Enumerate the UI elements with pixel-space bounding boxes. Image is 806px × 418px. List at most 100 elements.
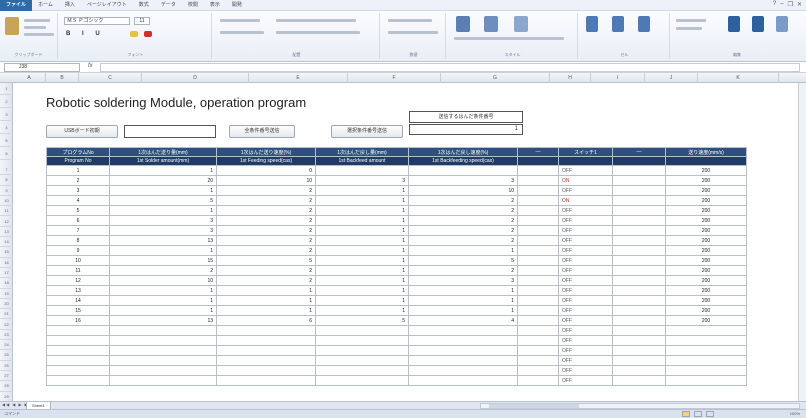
blank-cell[interactable] [612, 265, 666, 276]
solder-amount-cell[interactable]: 5 [109, 195, 217, 206]
program-no-cell[interactable]: 4 [46, 195, 110, 206]
feed-speed-cell[interactable]: 5 [216, 255, 316, 266]
backfeed-amount-cell[interactable]: 1 [315, 205, 409, 216]
feed-speed-cell[interactable] [216, 335, 316, 346]
switch-cell[interactable]: OFF [558, 305, 613, 316]
solder-amount-cell[interactable]: 3 [109, 215, 217, 226]
page-break-view-icon[interactable] [706, 411, 714, 417]
blank-cell[interactable] [517, 225, 559, 236]
backfeed-amount-cell[interactable]: 1 [315, 245, 409, 256]
column-header[interactable]: K [698, 73, 779, 83]
solder-amount-cell[interactable]: 20 [109, 175, 217, 186]
speed-rate-cell[interactable]: 200 [665, 165, 747, 176]
row-header[interactable]: 3 [0, 108, 13, 121]
solder-amount-cell[interactable]: 1 [109, 305, 217, 316]
column-header[interactable]: C [79, 73, 142, 83]
switch-cell[interactable]: OFF [558, 355, 613, 366]
ribbon-tab[interactable]: ページレイアウト [81, 0, 133, 11]
switch-cell[interactable]: OFF [558, 325, 613, 336]
program-no-cell[interactable]: 5 [46, 205, 110, 216]
backfeed-amount-cell[interactable] [315, 335, 409, 346]
backfeed-speed-cell[interactable]: 10 [408, 185, 518, 196]
column-header[interactable]: G [441, 73, 550, 83]
backfeed-speed-cell[interactable]: 2 [408, 215, 518, 226]
blank-cell[interactable] [612, 245, 666, 256]
feed-speed-cell[interactable]: 2 [216, 225, 316, 236]
row-header[interactable]: 21 [0, 309, 13, 320]
solder-amount-cell[interactable]: 1 [109, 245, 217, 256]
send-selected-condition-button[interactable]: 選択条件番号送信 [331, 125, 403, 138]
speed-rate-cell[interactable]: 200 [665, 205, 747, 216]
blank-cell[interactable] [517, 185, 559, 196]
program-no-cell[interactable]: 7 [46, 225, 110, 236]
solder-amount-cell[interactable] [109, 335, 217, 346]
switch-cell[interactable]: ON [558, 175, 613, 186]
normal-view-icon[interactable] [682, 411, 690, 417]
table-format-icon[interactable] [484, 16, 498, 32]
blank-cell[interactable] [612, 185, 666, 196]
speed-rate-cell[interactable] [665, 375, 747, 386]
speed-rate-cell[interactable] [665, 325, 747, 336]
speed-rate-cell[interactable]: 200 [665, 295, 747, 306]
backfeed-amount-cell[interactable]: 1 [315, 295, 409, 306]
backfeed-speed-cell[interactable]: 2 [408, 205, 518, 216]
switch-cell[interactable]: OFF [558, 365, 613, 376]
help-icon[interactable]: ? [773, 1, 776, 8]
blank-cell[interactable] [612, 175, 666, 186]
paste-icon[interactable] [5, 17, 19, 35]
close-icon[interactable]: ✕ [797, 1, 802, 8]
blank-cell[interactable] [612, 165, 666, 176]
feed-speed-cell[interactable]: 2 [216, 275, 316, 286]
column-header[interactable]: E [249, 73, 348, 83]
blank-cell[interactable] [612, 275, 666, 286]
blank-cell[interactable] [517, 355, 559, 366]
backfeed-speed-cell[interactable] [408, 365, 518, 376]
blank-cell[interactable] [517, 335, 559, 346]
row-header[interactable]: 28 [0, 381, 13, 392]
row-header[interactable]: 12 [0, 217, 13, 227]
solder-amount-cell[interactable] [109, 365, 217, 376]
blank-cell[interactable] [517, 195, 559, 206]
blank-cell[interactable] [612, 335, 666, 346]
backfeed-speed-cell[interactable]: 1 [408, 285, 518, 296]
backfeed-amount-cell[interactable]: 1 [315, 235, 409, 246]
row-header[interactable]: 17 [0, 268, 13, 279]
backfeed-amount-cell[interactable]: 1 [315, 285, 409, 296]
ribbon-tab[interactable]: ホーム [32, 0, 59, 11]
program-no-cell[interactable]: 6 [46, 215, 110, 226]
backfeed-amount-cell[interactable]: 1 [315, 265, 409, 276]
row-header[interactable]: 18 [0, 278, 13, 289]
switch-cell[interactable]: OFF [558, 295, 613, 306]
format-cells-icon[interactable] [638, 16, 650, 32]
feed-speed-cell[interactable] [216, 325, 316, 336]
speed-rate-cell[interactable] [665, 345, 747, 356]
solder-amount-cell[interactable]: 10 [109, 275, 217, 286]
program-no-cell[interactable]: 12 [46, 275, 110, 286]
usb-init-button[interactable]: USBボード初期 [46, 125, 118, 138]
feed-speed-cell[interactable]: 2 [216, 215, 316, 226]
switch-cell[interactable]: OFF [558, 205, 613, 216]
column-header[interactable]: A [13, 73, 46, 83]
backfeed-amount-cell[interactable]: 1 [315, 215, 409, 226]
backfeed-amount-cell[interactable]: 1 [315, 305, 409, 316]
blank-cell[interactable] [612, 315, 666, 326]
switch-cell[interactable]: OFF [558, 215, 613, 226]
row-header[interactable]: 10 [0, 196, 13, 207]
speed-rate-cell[interactable]: 200 [665, 175, 747, 186]
worksheet[interactable]: Robotic soldering Module, operation prog… [13, 83, 806, 401]
blank-cell[interactable] [612, 195, 666, 206]
switch-cell[interactable]: OFF [558, 185, 613, 196]
row-header[interactable]: 15 [0, 247, 13, 258]
row-header[interactable]: 27 [0, 371, 13, 382]
program-no-cell[interactable]: 3 [46, 185, 110, 196]
feed-speed-cell[interactable]: 2 [216, 265, 316, 276]
usb-value-field[interactable] [124, 125, 216, 138]
column-header[interactable]: H [550, 73, 591, 83]
restore-icon[interactable]: ❐ [788, 1, 793, 8]
backfeed-amount-cell[interactable]: 1 [315, 255, 409, 266]
speed-rate-cell[interactable]: 200 [665, 265, 747, 276]
switch-cell[interactable]: OFF [558, 165, 613, 176]
program-no-cell[interactable]: 1 [46, 165, 110, 176]
feed-speed-cell[interactable]: 6 [216, 315, 316, 326]
cell-style-icon[interactable] [514, 16, 528, 32]
